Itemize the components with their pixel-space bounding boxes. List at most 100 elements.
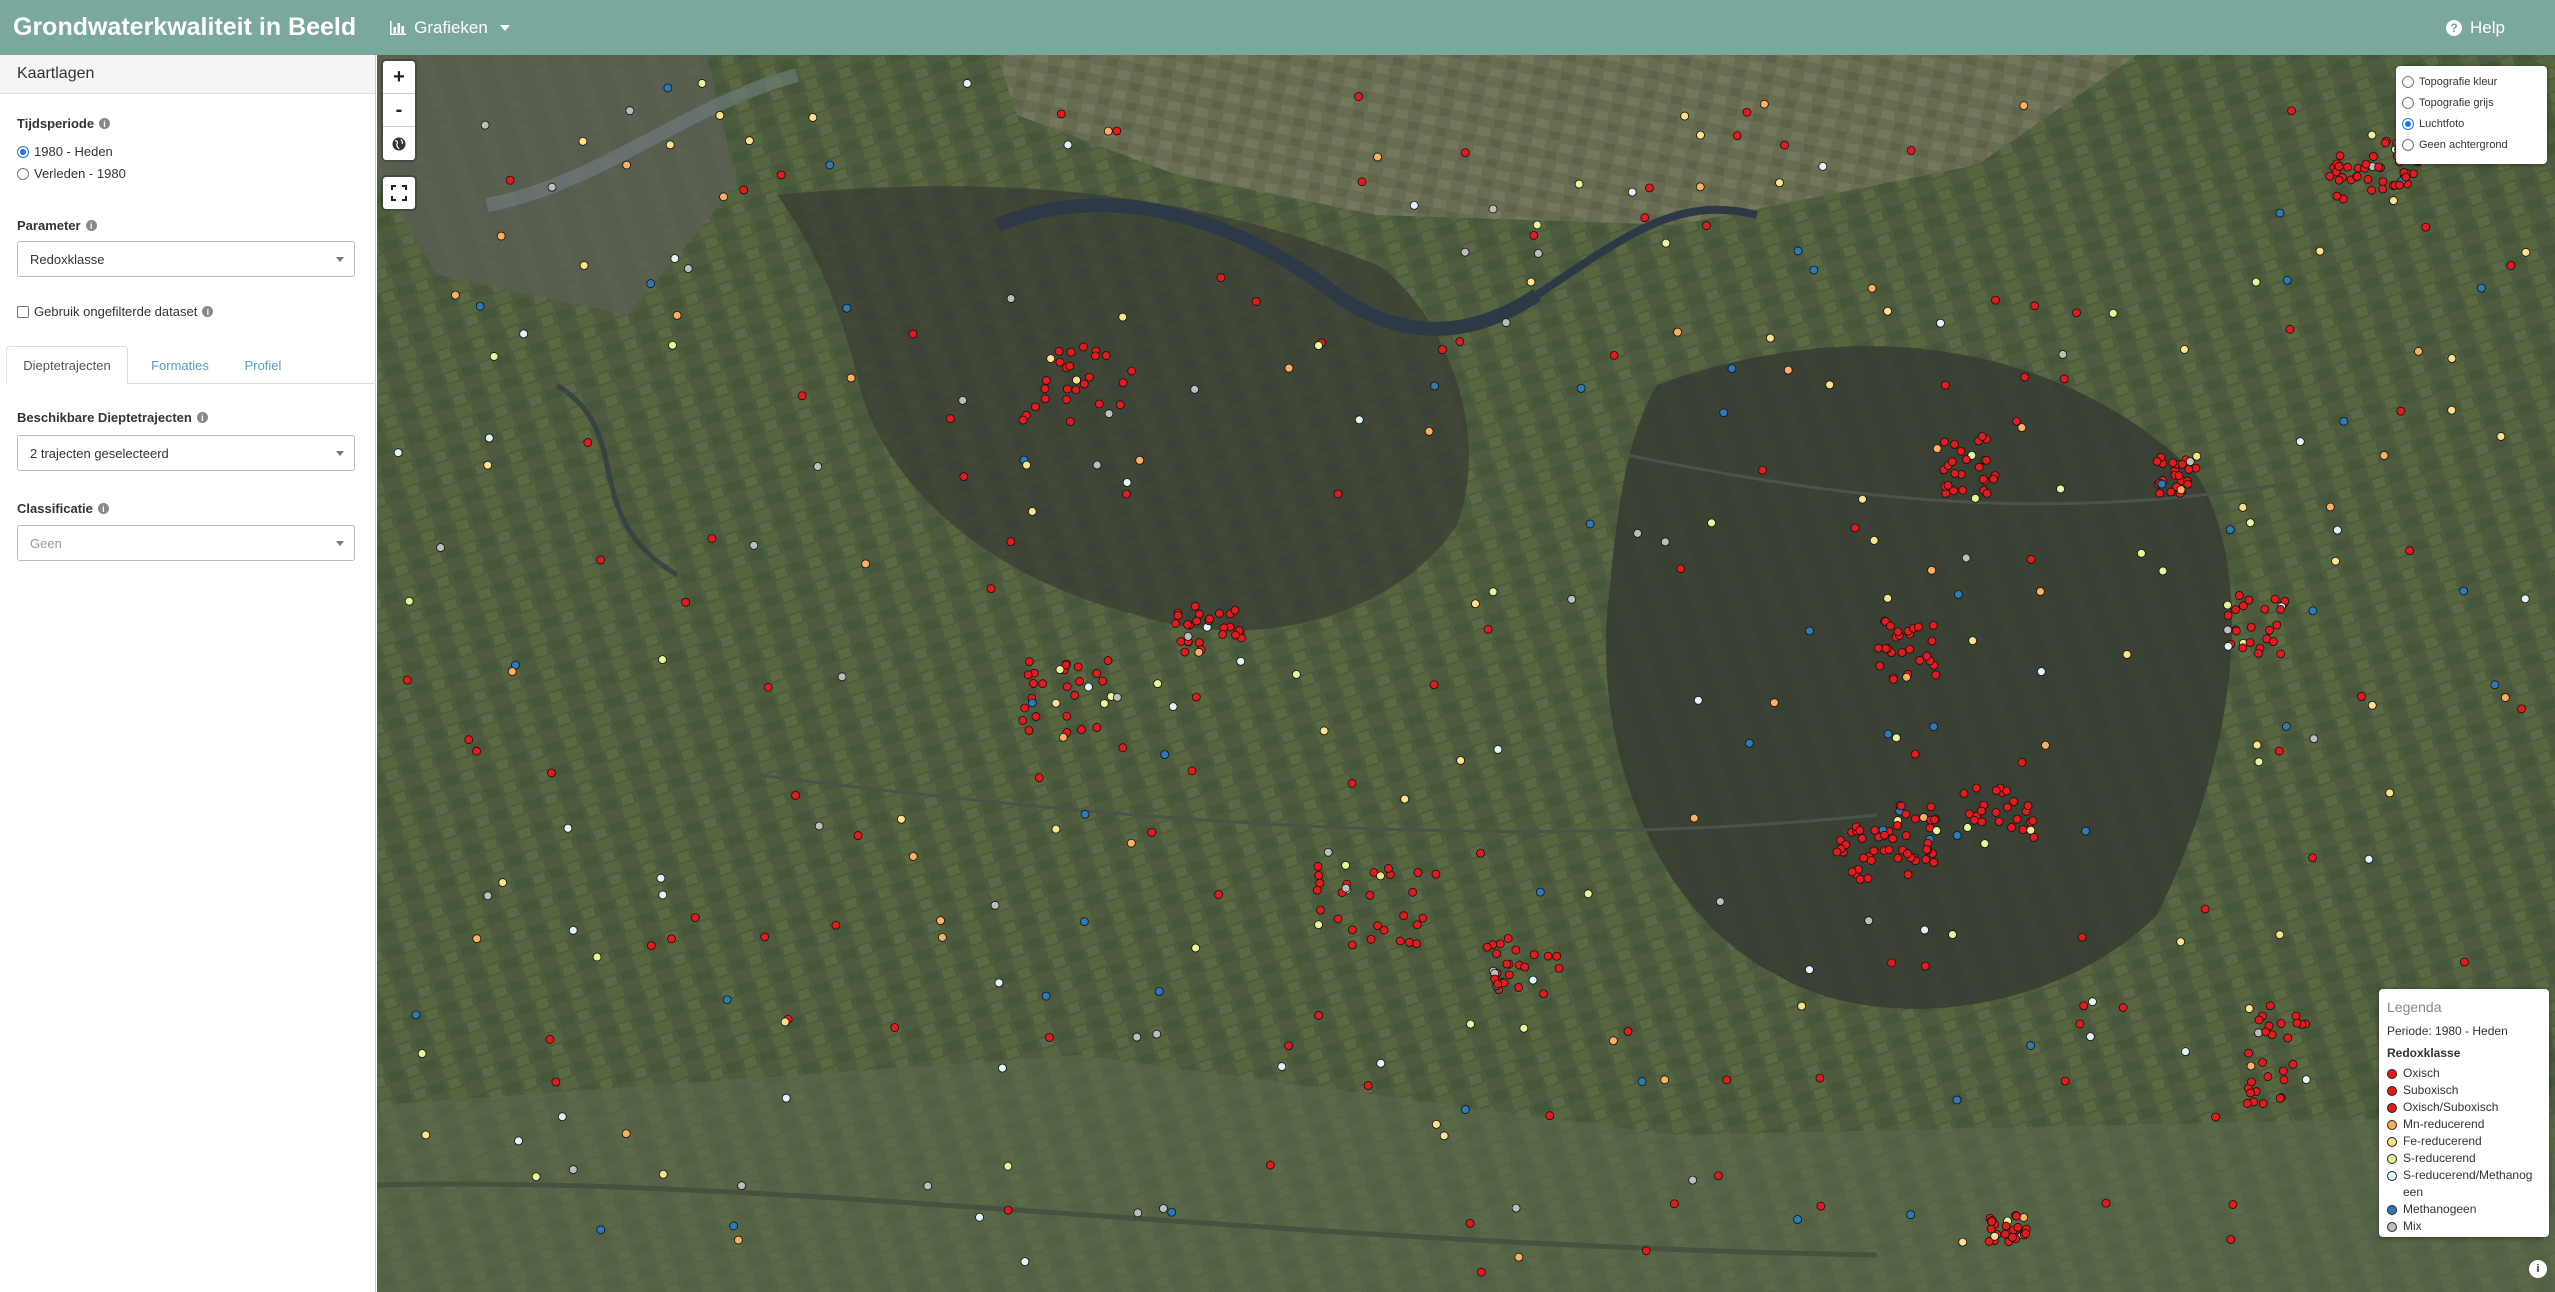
measurement-point[interactable] [1051,698,1061,708]
measurement-point[interactable] [2002,786,2011,796]
measurement-point[interactable] [2258,1099,2268,1108]
measurement-point[interactable] [1539,989,1548,999]
measurement-point[interactable] [668,340,677,350]
measurement-point[interactable] [1040,384,1050,394]
measurement-point[interactable] [2231,626,2241,636]
measurement-point[interactable] [1906,146,1916,155]
measurement-point[interactable] [2521,247,2531,257]
measurement-point[interactable] [1160,750,1170,760]
measurement-point[interactable] [1099,699,1109,709]
measurement-point[interactable] [1850,523,1860,533]
measurement-point[interactable] [1991,786,2001,795]
measurement-point[interactable] [2325,502,2335,512]
measurement-point[interactable] [1986,1224,1996,1234]
measurement-point[interactable] [1029,679,1038,688]
measurement-point[interactable] [2308,606,2318,616]
measurement-point[interactable] [547,768,556,778]
measurement-point[interactable] [1314,920,1323,930]
measurement-point[interactable] [1194,647,1204,657]
measurement-point[interactable] [505,175,515,185]
measurement-point[interactable] [1920,925,1929,935]
measurement-point[interactable] [1901,809,1911,819]
measurement-point[interactable] [2278,1066,2288,1076]
measurement-point[interactable] [1073,662,1083,672]
measurement-point[interactable] [1159,1204,1168,1213]
measurement-point[interactable] [1915,656,1925,665]
measurement-point[interactable] [1695,182,1705,192]
measurement-point[interactable] [1961,553,1971,563]
measurement-point[interactable] [2246,1061,2256,1071]
measurement-point[interactable] [1989,474,1998,484]
measurement-point[interactable] [1961,455,1971,464]
measurement-point[interactable] [1046,354,1056,364]
measurement-point[interactable] [1347,940,1357,950]
measurement-point[interactable] [1192,616,1202,626]
measurement-point[interactable] [1430,381,1440,391]
measurement-point[interactable] [1044,1033,1054,1042]
measurement-point[interactable] [2265,1001,2275,1011]
measurement-point[interactable] [2029,833,2039,842]
measurement-point[interactable] [1152,1029,1162,1039]
measurement-point[interactable] [861,559,870,569]
measurement-point[interactable] [656,873,666,883]
measurement-point[interactable] [2246,1088,2255,1098]
measurement-point[interactable] [411,1010,421,1020]
measurement-point[interactable] [842,303,852,313]
measurement-point[interactable] [1118,378,1128,388]
measurement-point[interactable] [1855,826,1865,835]
measurement-point[interactable] [994,978,1004,988]
measurement-point[interactable] [722,995,732,1005]
measurement-point[interactable] [2101,1198,2111,1208]
measurement-point[interactable] [2288,1059,2298,1069]
measurement-point[interactable] [2459,957,2469,967]
measurement-point[interactable] [2447,354,2457,363]
measurement-point[interactable] [1373,152,1382,162]
measurement-point[interactable] [1891,733,1901,743]
measurement-point[interactable] [2007,823,2016,832]
period-option-verleden-1980[interactable]: Verleden - 1980 [17,166,126,181]
unfiltered-dataset-checkbox[interactable] [17,305,29,318]
measurement-point[interactable] [2334,175,2344,185]
measurement-point[interactable] [1194,638,1204,647]
measurement-point[interactable] [813,462,823,471]
measurement-point[interactable] [1054,346,1064,356]
measurement-point[interactable] [1954,589,1963,599]
measurement-point[interactable] [1719,408,1729,418]
measurement-point[interactable] [1528,975,1538,985]
measurement-point[interactable] [1977,432,1987,441]
measurement-point[interactable] [1832,847,1842,857]
measurement-point[interactable] [2023,801,2033,811]
measurement-point[interactable] [1323,847,1333,857]
parameter-select[interactable]: Redoxklasse [17,241,355,277]
measurement-point[interactable] [1319,726,1329,736]
measurement-point[interactable] [1495,939,1505,949]
measurement-point[interactable] [2026,1041,2036,1050]
measurement-point[interactable] [2019,1213,2029,1222]
measurement-point[interactable] [2421,222,2431,232]
measurement-point[interactable] [936,916,945,926]
measurement-point[interactable] [2181,1047,2190,1056]
measurement-point[interactable] [583,438,593,447]
measurement-point[interactable] [547,182,557,192]
measurement-point[interactable] [2058,350,2068,359]
measurement-point[interactable] [2331,556,2340,566]
fullscreen-button[interactable] [383,177,415,209]
measurement-point[interactable] [1115,400,1125,410]
measurement-point[interactable] [1167,1207,1177,1217]
measurement-point[interactable] [1333,914,1343,924]
measurement-point[interactable] [393,448,403,458]
measurement-point[interactable] [1661,238,1671,248]
measurement-point[interactable] [715,111,725,120]
measurement-point[interactable] [551,1077,561,1087]
measurement-point[interactable] [2367,185,2376,195]
measurement-point[interactable] [1205,614,1214,624]
measurement-point[interactable] [2192,451,2202,461]
measurement-point[interactable] [1400,794,1410,804]
measurement-point[interactable] [808,113,818,122]
measurement-point[interactable] [1930,815,1939,825]
measurement-point[interactable] [2252,740,2262,750]
measurement-point[interactable] [2308,853,2317,863]
tab-profiel[interactable]: Profiel [228,346,298,384]
measurement-point[interactable] [1006,294,1016,303]
measurement-point[interactable] [672,310,682,320]
